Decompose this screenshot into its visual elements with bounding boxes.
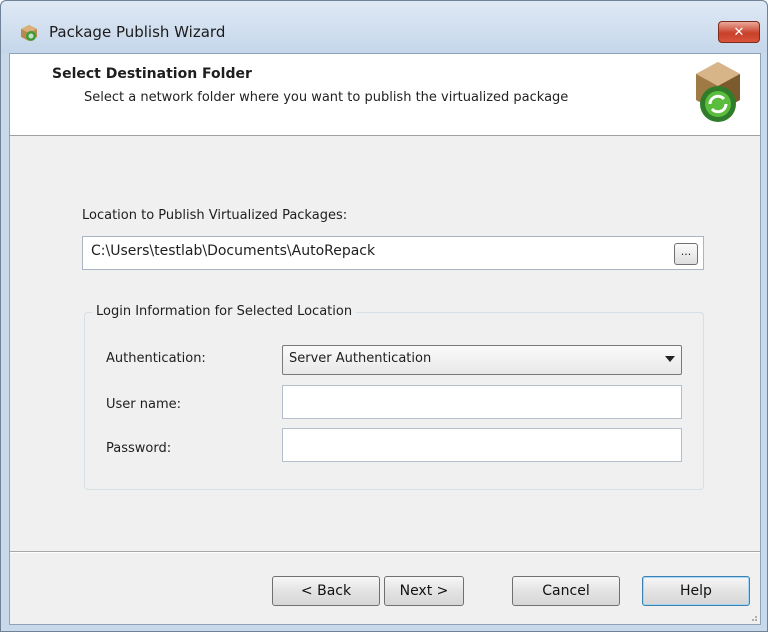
- wizard-client-area: Select Destination Folder Select a netwo…: [9, 53, 761, 625]
- cancel-button[interactable]: Cancel: [512, 576, 620, 606]
- password-label: Password:: [106, 441, 172, 456]
- username-label: User name:: [106, 397, 182, 412]
- browse-button[interactable]: ...: [674, 243, 698, 265]
- window-title: Package Publish Wizard: [49, 23, 226, 41]
- package-icon: [21, 25, 37, 41]
- page-subtitle: Select a network folder where you want t…: [84, 90, 569, 105]
- wizard-window: Package Publish Wizard ✕ Select Destinat…: [0, 0, 768, 632]
- package-refresh-icon: [696, 62, 740, 122]
- location-input[interactable]: C:\Users\testlab\Documents\AutoRepack: [82, 236, 704, 270]
- wizard-header: Select Destination Folder Select a netwo…: [10, 54, 760, 136]
- login-legend: Login Information for Selected Location: [92, 304, 357, 319]
- password-field[interactable]: [282, 428, 682, 462]
- help-button[interactable]: Help: [642, 576, 750, 606]
- authentication-label: Authentication:: [106, 351, 206, 366]
- next-button[interactable]: Next >: [384, 576, 464, 606]
- page-title: Select Destination Folder: [52, 66, 252, 82]
- footer-divider: [10, 551, 760, 552]
- close-icon: ✕: [733, 24, 745, 40]
- title-bar[interactable]: Package Publish Wizard ✕: [1, 1, 767, 53]
- authentication-selected-value: Server Authentication: [289, 351, 432, 366]
- username-field[interactable]: [282, 385, 682, 419]
- chevron-down-icon: [665, 356, 675, 362]
- authentication-select[interactable]: Server Authentication: [282, 345, 682, 375]
- resize-grip-icon[interactable]: [748, 612, 758, 622]
- location-label: Location to Publish Virtualized Packages…: [82, 208, 348, 223]
- back-button[interactable]: < Back: [272, 576, 380, 606]
- close-button[interactable]: ✕: [718, 21, 760, 43]
